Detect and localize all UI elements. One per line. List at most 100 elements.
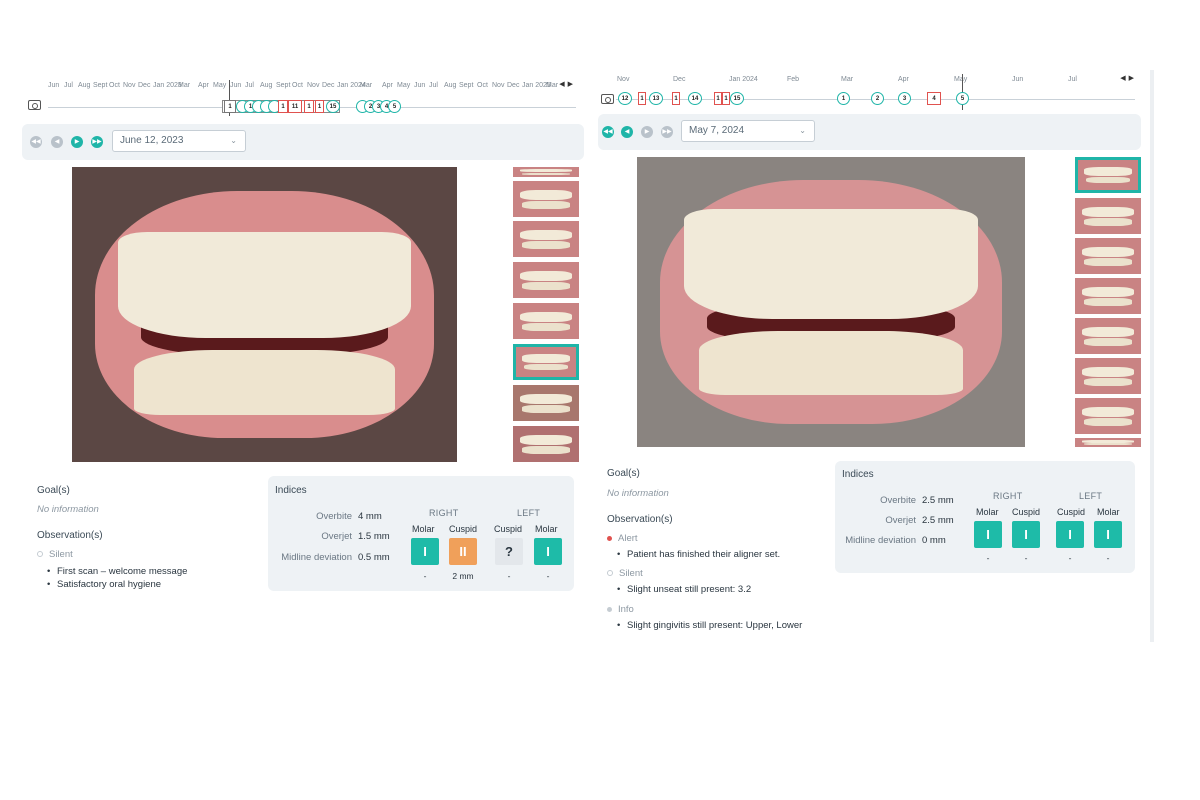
photo-thumbnail[interactable] (513, 167, 579, 177)
timeline-month: Jun (48, 82, 60, 89)
timeline-arrow-left-icon[interactable]: ◀ (1120, 75, 1128, 82)
timeline-month: Aug (78, 82, 91, 89)
observation-item: First scan – welcome message (47, 566, 187, 577)
timeline-month: Dec (138, 82, 151, 89)
timeline[interactable]: Nov Dec Jan 2024 Feb Mar Apr May Jun Jul… (598, 70, 1153, 114)
timeline-marker[interactable]: 1 (722, 92, 730, 105)
photo-thumbnail[interactable] (513, 262, 579, 298)
skip-back-icon[interactable]: ◀◀ (602, 126, 614, 138)
vertical-scrollbar[interactable] (1150, 70, 1154, 642)
observation-item: Patient has finished their aligner set. (617, 549, 780, 560)
timeline-marker[interactable]: 2 (871, 92, 884, 105)
col-right-cuspid: Cuspid (449, 524, 478, 534)
date-select[interactable]: June 12, 2023 ⌄ (112, 130, 246, 152)
overjet-label: Overjet (885, 515, 916, 526)
timeline-marker[interactable]: 14 (688, 92, 702, 105)
timeline-marker[interactable]: 1 (278, 100, 288, 113)
goals-value: No information (37, 504, 99, 515)
photo-thumbnail[interactable] (1075, 318, 1141, 354)
photo-thumbnail-selected[interactable] (513, 344, 579, 380)
step-back-icon[interactable]: ◀ (51, 136, 63, 148)
timeline[interactable]: Jun Jul Aug Sept Oct Nov Dec Jan 2023 Ma… (22, 76, 584, 120)
timeline-marker[interactable]: 1 (638, 92, 646, 105)
col-right-molar: Molar (976, 507, 999, 517)
timeline-arrows[interactable]: ◀▶ (1120, 74, 1137, 82)
timeline-arrow-left-icon[interactable]: ◀ (559, 81, 567, 88)
photo-thumbnail[interactable] (513, 181, 579, 217)
timeline-arrow-right-icon[interactable]: ▶ (1129, 75, 1137, 82)
timeline-month: Aug (260, 82, 273, 89)
observation-type-info: Info (607, 604, 634, 615)
photo-thumbnail-selected[interactable] (1075, 157, 1141, 193)
photo-thumbnail[interactable] (1075, 238, 1141, 274)
timeline-month: May (213, 82, 227, 89)
timeline-marker[interactable]: 11 (288, 100, 302, 113)
timeline-month: Jun (414, 82, 426, 89)
timeline-marker[interactable]: 3 (898, 92, 911, 105)
timeline-marker[interactable]: 1 (672, 92, 680, 105)
goals-label: Goal(s) (607, 468, 640, 479)
timeline-arrow-right-icon[interactable]: ▶ (568, 81, 576, 88)
main-photo (637, 157, 1025, 447)
observation-type-alert: Alert (607, 533, 638, 544)
timeline-months: Nov Dec Jan 2024 Feb Mar Apr May Jun Jul (598, 76, 1153, 88)
timeline-marker[interactable]: 15 (730, 92, 744, 105)
overbite-label: Overbite (880, 495, 916, 506)
timeline-marker[interactable]: 1 (714, 92, 722, 105)
timeline-month: Nov (307, 82, 320, 89)
timeline-marker[interactable]: 1 (224, 100, 236, 113)
timeline-month: Nov (492, 82, 505, 89)
step-back-icon[interactable]: ◀ (621, 126, 633, 138)
camera-icon[interactable] (601, 94, 614, 104)
skip-forward-icon[interactable]: ▶▶ (661, 126, 673, 138)
goals-label: Goal(s) (37, 485, 70, 496)
playback-controls: ◀◀ ◀ ▶ ▶▶ May 7, 2024 ⌄ (598, 114, 1141, 150)
timeline-marker[interactable]: 5 (956, 92, 969, 105)
step-forward-icon[interactable]: ▶ (641, 126, 653, 138)
date-select-value: June 12, 2023 (120, 135, 184, 146)
col-left-cuspid: Cuspid (494, 524, 523, 534)
class-note: - (546, 571, 550, 581)
col-right-molar: Molar (412, 524, 435, 534)
overjet-label: Overjet (321, 531, 352, 542)
timeline-month: Apr (198, 82, 209, 89)
timeline-arrows[interactable]: ◀▶ (559, 80, 576, 88)
timeline-marker[interactable]: 1 (304, 100, 314, 113)
timeline-marker[interactable]: 4 (927, 92, 941, 105)
timeline-marker[interactable]: 12 (618, 92, 632, 105)
class-note: - (986, 553, 990, 563)
photo-thumbnail[interactable] (1075, 198, 1141, 234)
photo-thumbnail[interactable] (513, 385, 579, 421)
goals-value: No information (607, 488, 669, 499)
skip-back-icon[interactable]: ◀◀ (30, 136, 42, 148)
photo-thumbnail[interactable] (1075, 398, 1141, 434)
timeline-month: Dec (322, 82, 335, 89)
observations-label: Observation(s) (37, 530, 103, 541)
main-photo (72, 167, 457, 462)
date-select[interactable]: May 7, 2024 ⌄ (681, 120, 815, 142)
photo-thumbnail[interactable] (513, 303, 579, 339)
step-forward-icon[interactable]: ▶ (71, 136, 83, 148)
photo-thumbnail[interactable] (1075, 438, 1141, 447)
timeline-month: Mar (360, 82, 373, 89)
timeline-month: Jul (1068, 76, 1077, 83)
overbite-label: Overbite (316, 511, 352, 522)
photo-thumbnail[interactable] (513, 426, 579, 462)
camera-icon[interactable] (28, 100, 41, 110)
col-left-cuspid: Cuspid (1057, 507, 1086, 517)
photo-thumbnail[interactable] (1075, 278, 1141, 314)
timeline-month: Feb (787, 76, 800, 83)
skip-forward-icon[interactable]: ▶▶ (91, 136, 103, 148)
timeline-marker[interactable]: 1 (315, 100, 324, 113)
photo-thumbnail[interactable] (1075, 358, 1141, 394)
timeline-month: Aug (444, 82, 457, 89)
timeline-month: Nov (617, 76, 630, 83)
timeline-marker[interactable]: 5 (388, 100, 401, 113)
photo-thumbnail[interactable] (513, 221, 579, 257)
timeline-marker[interactable]: 13 (649, 92, 663, 105)
timeline-marker[interactable]: 1 (837, 92, 850, 105)
timeline-marker[interactable]: 15 (326, 100, 340, 113)
timeline-month: Oct (292, 82, 303, 89)
timeline-month: Sept (459, 82, 474, 89)
overbite-value: 4 mm (358, 511, 382, 522)
